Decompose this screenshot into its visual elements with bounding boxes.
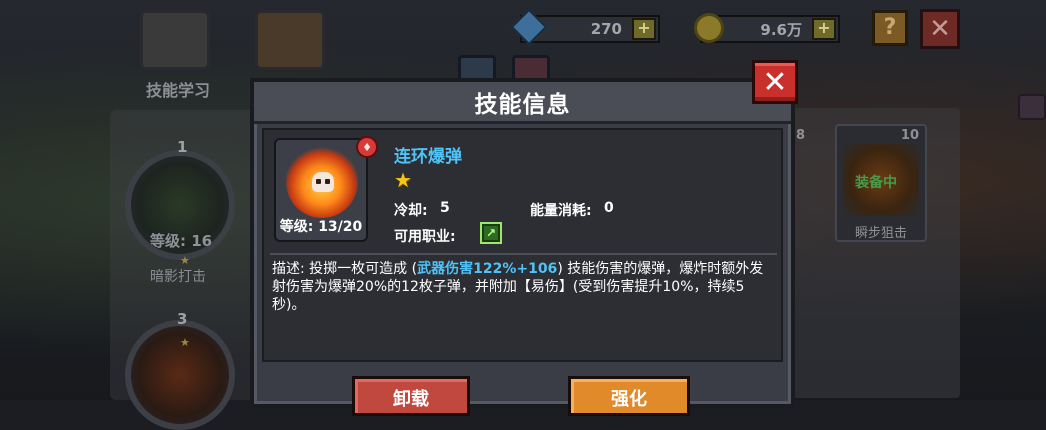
energy-label: 能量消耗: [530,203,592,219]
skill-icon-frame: 等级: 13/20 [274,138,368,242]
dialog-header: 技能信息 [254,82,791,124]
card-number: 10 [900,128,919,143]
add-gem-button[interactable]: + [632,18,656,40]
skill-name: 连环爆弹 [394,147,462,167]
skill-level: 等级: 13/20 [279,219,363,235]
class-label: 可用职业: [394,229,456,245]
help-button[interactable]: ? [872,10,908,46]
equipped-badge: 装备中 [855,175,897,191]
bow-class-icon: ↗ [480,222,502,244]
dialog-title: 技能信息 [474,91,571,118]
upgrade-button[interactable]: 强化 [568,376,690,416]
description-prefix: 描述: 投掷一枚可造成 ( [272,261,418,277]
coin-counter: 9.6万 + [694,13,840,43]
close-icon: ✕ [762,64,788,100]
fire-badge-icon: ♦ [356,136,378,158]
skill-node-name: 暗影打击 [150,269,206,285]
divider [270,253,777,255]
skill-description: 描述: 投掷一枚可造成 (武器伤害122%+106) 技能伤害的爆弹，爆炸时额外… [272,260,772,314]
skill-learn-icon[interactable] [140,10,210,70]
coin-amount: 9.6万 [760,20,802,39]
description-highlight: 武器伤害122%+106 [417,261,558,277]
add-coin-button[interactable]: + [812,18,836,40]
card-number: 8 [796,128,806,143]
unequip-button[interactable]: 卸载 [352,376,470,416]
skull-icon [312,172,334,192]
bomb-skill-icon [286,146,358,218]
gem-counter: 270 + [510,8,660,46]
star-icon: ★ [180,336,190,349]
side-button[interactable] [1018,94,1046,120]
coin-icon [694,13,724,43]
skill-node-number: 3 [177,310,188,328]
skill-info-dialog: 技能信息 等级: 13/20 ♦ 连环爆弹 ★ 冷却: 5 能量消耗: 0 可用… [250,78,795,416]
cooldown-label: 冷却: [394,203,428,219]
gem-amount: 270 [590,20,622,38]
close-dialog-button[interactable]: ✕ [752,60,798,104]
cooldown-value: 5 [440,200,450,216]
energy-value: 0 [604,200,614,216]
chest-icon[interactable] [255,10,325,70]
skill-details-box: 等级: 13/20 ♦ 连环爆弹 ★ 冷却: 5 能量消耗: 0 可用职业: ↗… [262,128,783,362]
star-icon: ★ [180,254,190,267]
skill-learn-label: 技能学习 [146,81,211,100]
card-skill-name: 瞬步狙击 [855,226,908,241]
star-icon: ★ [394,168,412,192]
skill-node-level: 等级: 16 [150,232,213,250]
equipped-skill-card[interactable]: 10 装备中 瞬步狙击 [835,124,927,242]
skill-node-number: 1 [177,138,188,156]
page-close-button[interactable]: ✕ [920,9,960,49]
